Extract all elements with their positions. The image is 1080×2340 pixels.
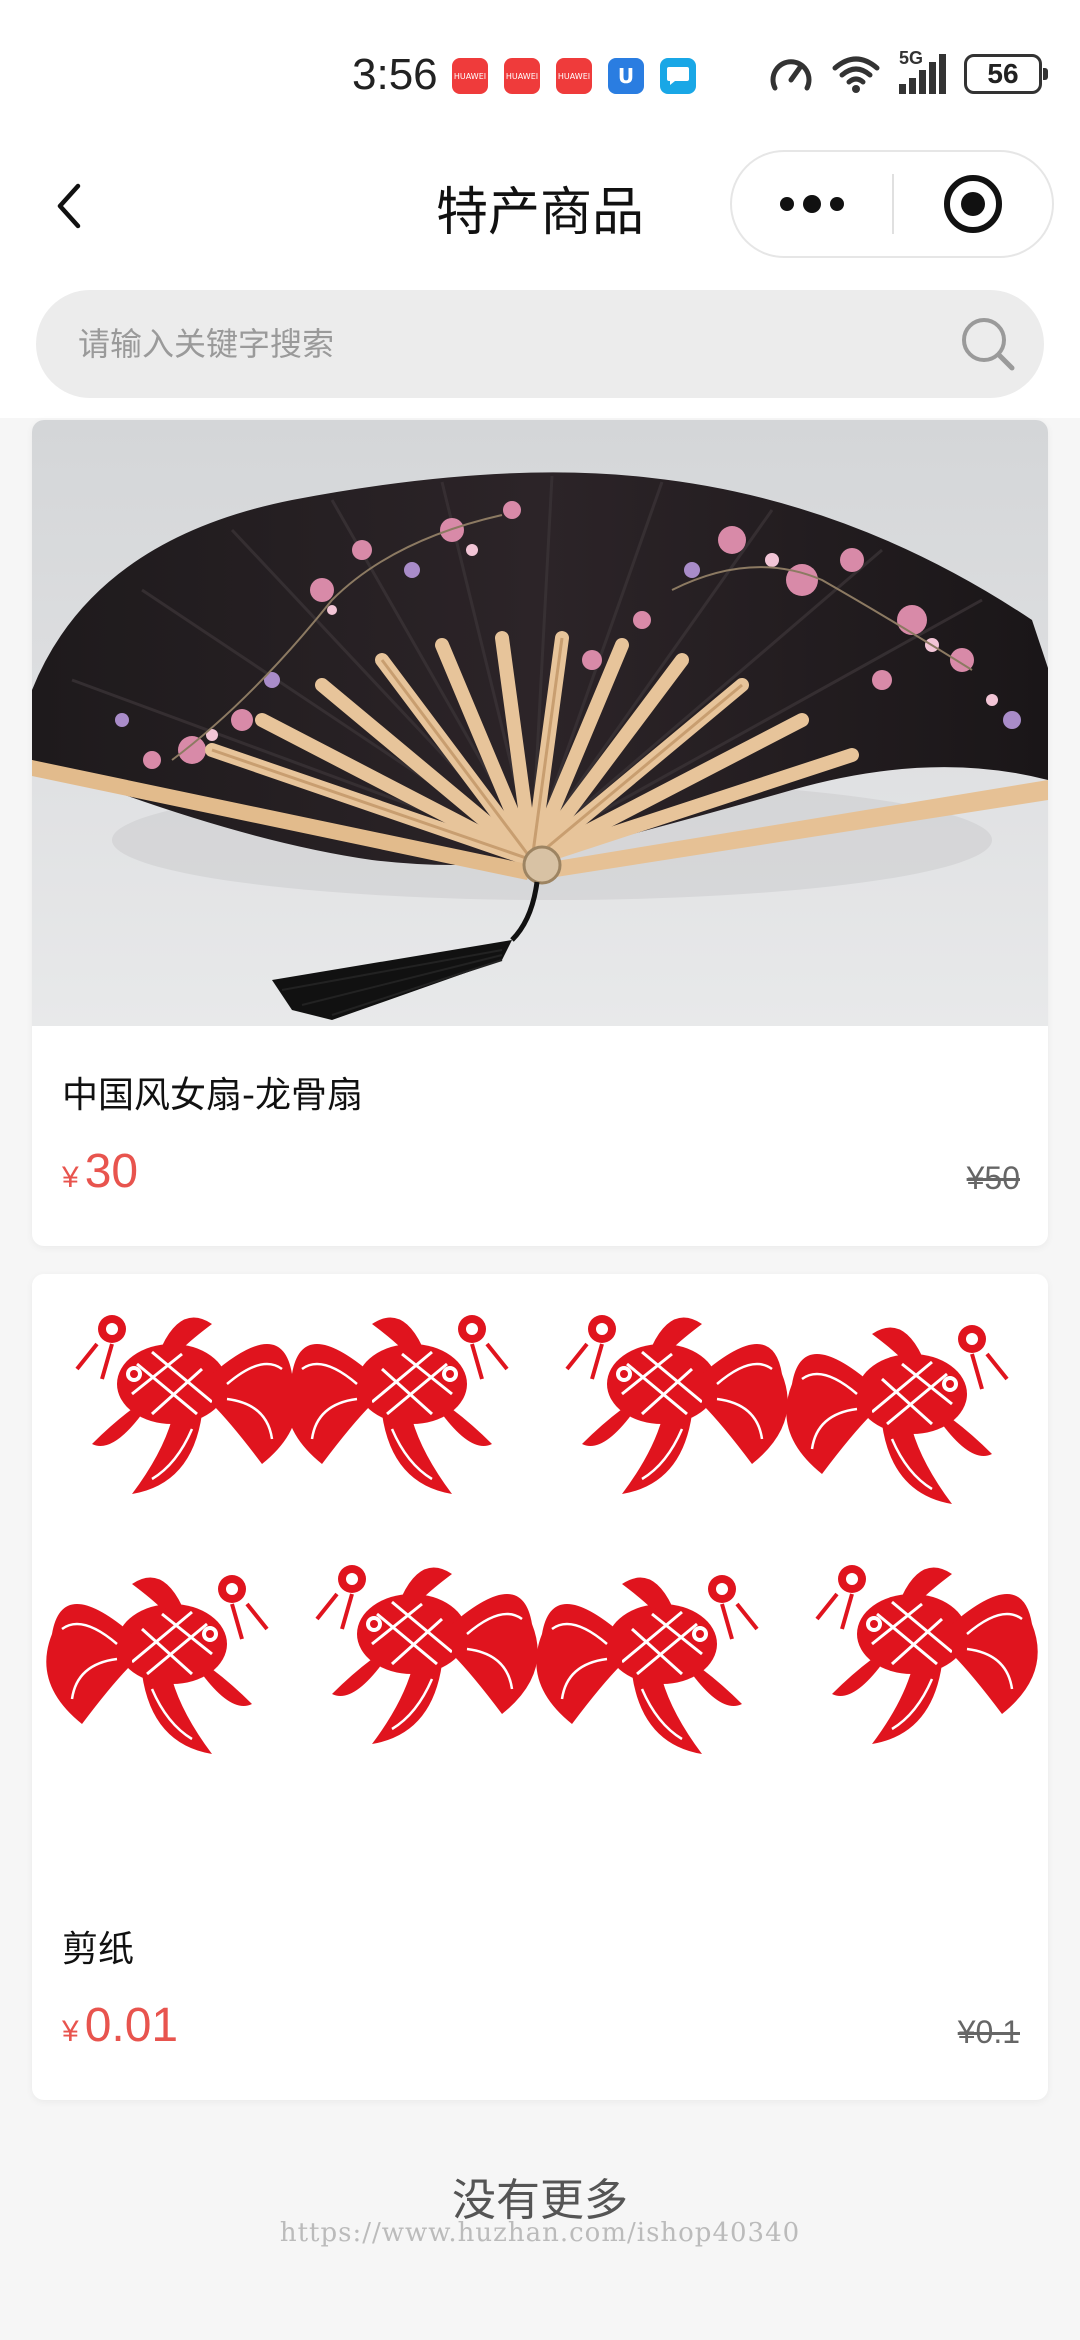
notification-icons: HUAWEI HUAWEI HUAWEI U xyxy=(452,58,696,94)
status-bar: 3:56 HUAWEI HUAWEI HUAWEI U 5G 56 xyxy=(0,0,1080,150)
blue-app-icon: U xyxy=(608,58,644,94)
wifi-icon xyxy=(832,56,880,93)
search-bar xyxy=(0,278,1080,418)
original-price: ¥0.1 xyxy=(957,2014,1020,2050)
signal-bar xyxy=(929,62,936,94)
more-button[interactable] xyxy=(732,152,892,256)
watermark-text: https://www.huzhan.com/ishop40340 xyxy=(279,2218,801,2248)
search-input[interactable] xyxy=(78,290,958,398)
product-card[interactable]: 剪纸 ¥ 0.01 ¥0.1 xyxy=(32,1274,1048,2100)
huawei-mall-icon: HUAWEI xyxy=(452,58,488,94)
currency-symbol: ¥ xyxy=(62,1161,79,1194)
nav-bar: 特产商品 xyxy=(0,150,1080,278)
system-icons: 5G 56 xyxy=(769,48,1048,94)
product-image-papercut[interactable] xyxy=(32,1274,1048,1884)
current-price: ¥ 30 xyxy=(62,1144,138,1199)
signal-bar xyxy=(939,54,946,94)
signal-bar xyxy=(909,78,916,94)
product-name: 中国风女扇-龙骨扇 xyxy=(62,1075,363,1116)
message-app-icon xyxy=(660,58,696,94)
mini-program-capsule xyxy=(730,150,1054,258)
folding-fan-image xyxy=(32,472,1048,1020)
search-box xyxy=(36,290,1044,398)
huawei-mall-icon: HUAWEI xyxy=(504,58,540,94)
speed-gauge-icon xyxy=(770,59,812,91)
original-price: ¥50 xyxy=(966,1160,1020,1196)
papercut-goldfish-image xyxy=(44,1313,1040,1756)
product-card[interactable]: 中国风女扇-龙骨扇 ¥ 30 ¥50 xyxy=(32,420,1048,1246)
currency-symbol: ¥ xyxy=(62,2015,79,2048)
signal-indicator: 5G xyxy=(899,48,946,94)
status-time: 3:56 xyxy=(352,50,438,99)
network-type: 5G xyxy=(899,48,924,68)
search-icon[interactable] xyxy=(958,314,1018,374)
signal-bar xyxy=(919,70,926,94)
huawei-mall-icon: HUAWEI xyxy=(556,58,592,94)
target-close-icon xyxy=(944,175,1002,233)
price-value: 0.01 xyxy=(84,1999,179,2052)
price-value: 30 xyxy=(84,1145,139,1198)
product-name: 剪纸 xyxy=(62,1929,135,1970)
product-image-fan[interactable] xyxy=(32,420,1048,1026)
battery-indicator: 56 xyxy=(964,54,1048,94)
close-miniprogram-button[interactable] xyxy=(894,152,1052,256)
signal-bar xyxy=(899,84,906,94)
more-dots-icon xyxy=(780,195,844,213)
current-price: ¥ 0.01 xyxy=(62,1998,178,2053)
